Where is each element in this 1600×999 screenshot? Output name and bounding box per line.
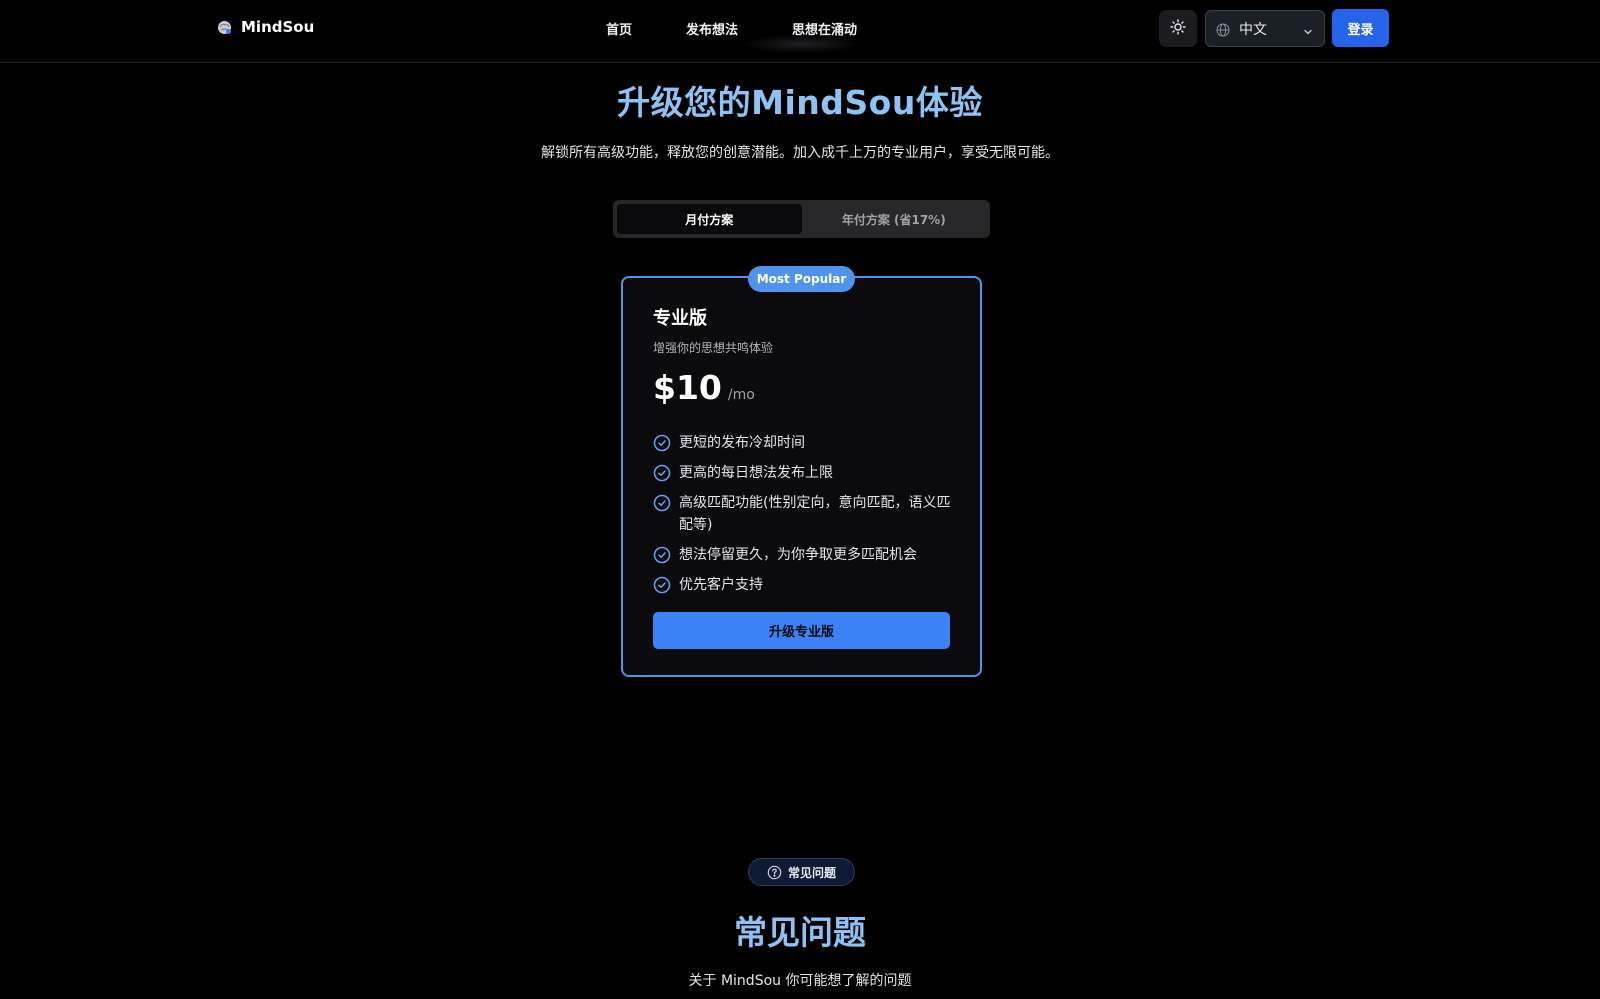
page-subtitle: 解锁所有高级功能，释放您的创意潜能。加入成千上万的专业用户，享受无限可能。 — [541, 145, 1059, 161]
plan-description: 增强你的思想共鸣体验 — [653, 341, 774, 355]
feature-item: 更短的发布冷却时间 — [653, 432, 953, 454]
feature-item: 想法停留更久，为你争取更多匹配机会 — [653, 544, 953, 566]
upgrade-pro-button[interactable]: 升级专业版 — [653, 612, 950, 649]
main-nav: 首页 发布想法 思想在涌动 — [606, 19, 911, 38]
brand-link[interactable]: MindSou — [216, 18, 314, 36]
chevron-down-icon — [1302, 23, 1314, 35]
sun-icon — [1170, 18, 1186, 39]
brain-logo-icon — [216, 19, 233, 36]
question-circle-icon — [767, 865, 782, 880]
check-circle-icon — [653, 576, 671, 594]
feature-text: 高级匹配功能(性别定向，意向匹配，语义匹配等) — [679, 495, 951, 533]
globe-icon — [1216, 22, 1230, 36]
faq-section-tag: 常见问题 — [748, 858, 855, 886]
tab-monthly-plan[interactable]: 月付方案 — [617, 204, 802, 234]
billing-period-toggle: 月付方案 年付方案 (省17%) — [613, 200, 990, 238]
nav-highlight-glow — [742, 35, 862, 53]
price-amount: $10 — [653, 368, 722, 407]
feature-text: 优先客户支持 — [679, 577, 763, 593]
page-title: 升级您的MindSou体验 — [617, 83, 983, 122]
feature-item: 高级匹配功能(性别定向，意向匹配，语义匹配等) — [653, 492, 953, 536]
check-circle-icon — [653, 464, 671, 482]
nav-item-home[interactable]: 首页 — [606, 19, 632, 38]
login-button[interactable]: 登录 — [1332, 9, 1389, 47]
faq-title: 常见问题 — [734, 913, 866, 952]
plan-price: $10 /mo — [653, 368, 755, 407]
language-value: 中文 — [1239, 21, 1267, 38]
top-navbar: MindSou 首页 发布想法 思想在涌动 中文 登录 — [0, 0, 1600, 63]
most-popular-badge: Most Popular — [748, 266, 855, 292]
tab-yearly-plan[interactable]: 年付方案 (省17%) — [802, 204, 987, 234]
feature-list: 更短的发布冷却时间 更高的每日想法发布上限 高级匹配功能(性别定向，意向匹配，语… — [653, 432, 953, 604]
faq-subtitle: 关于 MindSou 你可能想了解的问题 — [688, 973, 912, 989]
nav-item-post-idea[interactable]: 发布想法 — [686, 19, 738, 38]
check-circle-icon — [653, 434, 671, 452]
plan-name: 专业版 — [653, 308, 707, 329]
feature-text: 更短的发布冷却时间 — [679, 435, 805, 451]
price-period: /mo — [727, 387, 755, 403]
check-circle-icon — [653, 494, 671, 512]
feature-item: 更高的每日想法发布上限 — [653, 462, 953, 484]
feature-text: 更高的每日想法发布上限 — [679, 465, 833, 481]
brand-name: MindSou — [241, 18, 315, 36]
language-select[interactable]: 中文 — [1205, 10, 1325, 47]
check-circle-icon — [653, 546, 671, 564]
feature-item: 优先客户支持 — [653, 574, 953, 596]
faq-tag-label: 常见问题 — [787, 865, 836, 880]
feature-text: 想法停留更久，为你争取更多匹配机会 — [679, 547, 917, 563]
theme-toggle-button[interactable] — [1159, 10, 1197, 47]
